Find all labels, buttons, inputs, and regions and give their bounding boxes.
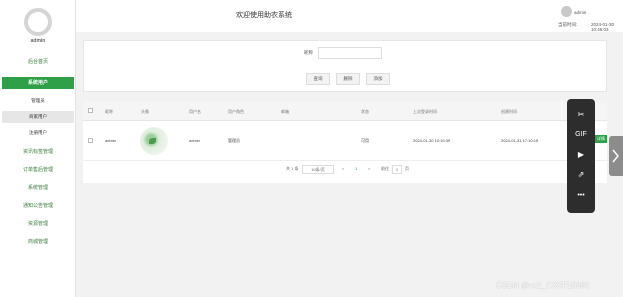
row-action-tag[interactable]: 详情 bbox=[595, 135, 607, 143]
sidebar-item-registered-users[interactable]: 注册用户 bbox=[2, 127, 74, 139]
more-icon[interactable]: ••• bbox=[567, 187, 595, 205]
select-all-checkbox[interactable] bbox=[88, 108, 93, 113]
cell-last-login: 2024-01-30 10:15:39 bbox=[413, 138, 451, 143]
next-page-button[interactable]: > bbox=[368, 166, 370, 171]
table-row[interactable]: admin admin 管理员 可用 2024-01-30 10:15:39 2… bbox=[83, 121, 607, 161]
col-email: 邮箱 bbox=[281, 109, 289, 114]
watermark: CSDN @vx2_CXKF10088 bbox=[496, 281, 590, 290]
sidebar-item-notices[interactable]: 通知公告管理 bbox=[2, 200, 74, 212]
time-label: 当前时间: bbox=[558, 22, 578, 27]
sidebar-item-merchant-users[interactable]: 商家用户 bbox=[2, 111, 74, 123]
col-last-login: 上次登录时间 bbox=[413, 109, 437, 114]
cell-status: 可用 bbox=[361, 138, 369, 143]
search-label: 昵称 bbox=[304, 50, 313, 55]
col-username: 用户名 bbox=[189, 109, 201, 114]
goto-label: 前往 bbox=[381, 166, 389, 171]
page-number[interactable]: 1 bbox=[355, 166, 357, 171]
cell-nickname: admin bbox=[105, 138, 116, 143]
goto-page-input[interactable]: 1 bbox=[392, 165, 402, 174]
cell-role: 管理员 bbox=[228, 138, 240, 143]
header: 欢迎使用助农系统 admin 当前时间: 2024-01-30 10:46:03 bbox=[76, 0, 623, 32]
page-size-select[interactable]: 10条/页 bbox=[302, 165, 334, 174]
col-created: 创建时间 bbox=[501, 109, 517, 114]
sidebar-item-home[interactable]: 后台首页 bbox=[2, 56, 74, 68]
gif-icon[interactable]: GIF bbox=[567, 126, 595, 144]
query-button[interactable]: 查询 bbox=[306, 73, 330, 85]
prev-page-button[interactable]: < bbox=[342, 166, 344, 171]
cell-username: admin bbox=[189, 138, 200, 143]
chevron-right-icon bbox=[612, 149, 619, 163]
floating-toolbar: ✂ GIF ▶ ⇗ ••• bbox=[567, 99, 595, 213]
sidebar: admin 后台首页 系统用户 管理员 商家用户 注册用户 资讯标签管理 订单售… bbox=[0, 0, 76, 297]
admin-name[interactable]: admin bbox=[574, 10, 586, 15]
col-avatar: 头像 bbox=[141, 109, 149, 114]
cell-created: 2024-01-31 17:10:15 bbox=[501, 138, 539, 143]
sidebar-username: admin bbox=[30, 38, 46, 44]
sidebar-item-system[interactable]: 系统管理 bbox=[2, 182, 74, 194]
play-icon[interactable]: ▶ bbox=[567, 146, 595, 164]
col-status: 状态 bbox=[361, 109, 369, 114]
sidebar-avatar bbox=[24, 8, 52, 36]
scissors-icon[interactable]: ✂ bbox=[567, 106, 595, 124]
sidebar-item-orders[interactable]: 订单售后管理 bbox=[2, 164, 74, 176]
sidebar-item-mall[interactable]: 商城管理 bbox=[2, 236, 74, 248]
search-input[interactable] bbox=[318, 47, 382, 59]
delete-button[interactable]: 删除 bbox=[336, 73, 360, 85]
sidebar-item-system-users[interactable]: 系统用户 bbox=[2, 77, 74, 89]
page-unit: 页 bbox=[405, 166, 409, 171]
sidebar-item-tags[interactable]: 资讯标签管理 bbox=[2, 146, 74, 158]
sidebar-item-admin[interactable]: 管理员 bbox=[2, 95, 74, 107]
sidebar-item-resources[interactable]: 资源管理 bbox=[2, 218, 74, 230]
add-button[interactable]: 添加 bbox=[366, 73, 390, 85]
admin-avatar[interactable] bbox=[561, 6, 572, 17]
time-value: 2024-01-30 10:46:03 bbox=[591, 22, 615, 32]
page-title: 欢迎使用助农系统 bbox=[236, 12, 292, 19]
user-table: 昵称 头像 用户名 用户角色 邮箱 状态 上次登录时间 创建时间 admin a… bbox=[83, 101, 607, 183]
row-checkbox[interactable] bbox=[88, 138, 93, 143]
col-nickname: 昵称 bbox=[105, 109, 113, 114]
export-icon[interactable]: ⇗ bbox=[567, 166, 595, 184]
search-panel: 昵称 查询 删除 添加 bbox=[83, 40, 607, 92]
col-role: 用户角色 bbox=[228, 109, 244, 114]
pager-total: 共 1 条 bbox=[286, 166, 299, 171]
table-header: 昵称 头像 用户名 用户角色 邮箱 状态 上次登录时间 创建时间 bbox=[83, 101, 607, 121]
leaf-icon bbox=[149, 138, 156, 144]
side-expand-tab[interactable] bbox=[609, 136, 623, 176]
